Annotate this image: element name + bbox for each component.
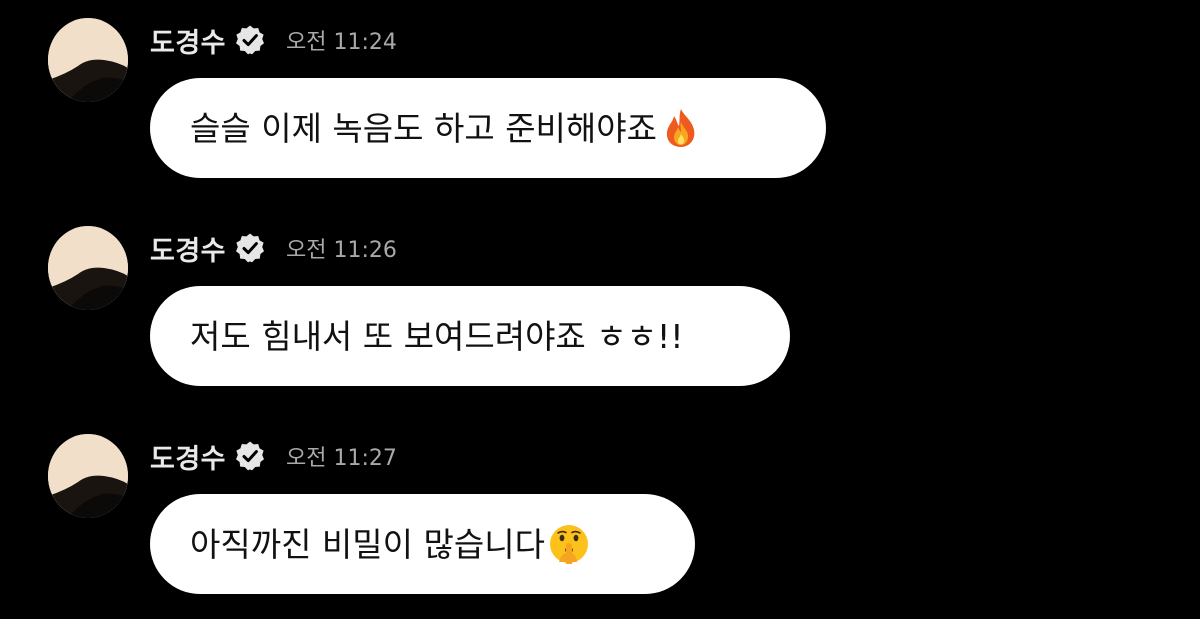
chat-message: 도경수 오전 11:24 슬슬 이제 녹음도 하고 준비해야죠 [0, 0, 1200, 200]
sender-name[interactable]: 도경수 [150, 229, 226, 268]
fire-emoji [659, 106, 703, 150]
sender-avatar[interactable] [48, 18, 128, 102]
chat-message: 도경수 오전 11:26 저도 힘내서 또 보여드려야죠 ㅎㅎ!! [0, 208, 1200, 408]
sender-avatar[interactable] [48, 226, 128, 310]
verified-badge-icon [234, 24, 266, 56]
sender-name[interactable]: 도경수 [150, 437, 226, 476]
verified-badge-icon [234, 440, 266, 472]
message-time: 오전 11:26 [286, 238, 397, 263]
chat-thread: 도경수 오전 11:24 슬슬 이제 녹음도 하고 준비해야죠 도경수 오전 1… [0, 0, 1200, 619]
message-time: 오전 11:24 [286, 30, 397, 55]
message-header: 도경수 오전 11:27 [150, 434, 397, 478]
message-bubble[interactable]: 저도 힘내서 또 보여드려야죠 ㅎㅎ!! [150, 286, 790, 386]
chat-message: 도경수 오전 11:27 아직까진 비밀이 많습니다 [0, 416, 1200, 616]
sender-avatar[interactable] [48, 434, 128, 518]
message-text: 아직까진 비밀이 많습니다 [190, 524, 545, 564]
message-text: 슬슬 이제 녹음도 하고 준비해야죠 [190, 108, 657, 148]
message-bubble[interactable]: 슬슬 이제 녹음도 하고 준비해야죠 [150, 78, 826, 178]
message-text: 저도 힘내서 또 보여드려야죠 ㅎㅎ!! [190, 316, 684, 356]
message-time: 오전 11:27 [286, 446, 397, 471]
avatar-image [48, 434, 128, 518]
shushing-face-emoji [547, 522, 591, 566]
verified-badge-icon [234, 232, 266, 264]
avatar-image [48, 18, 128, 102]
message-header: 도경수 오전 11:26 [150, 226, 397, 270]
sender-name[interactable]: 도경수 [150, 21, 226, 60]
message-header: 도경수 오전 11:24 [150, 18, 397, 62]
message-bubble[interactable]: 아직까진 비밀이 많습니다 [150, 494, 695, 594]
avatar-image [48, 226, 128, 310]
